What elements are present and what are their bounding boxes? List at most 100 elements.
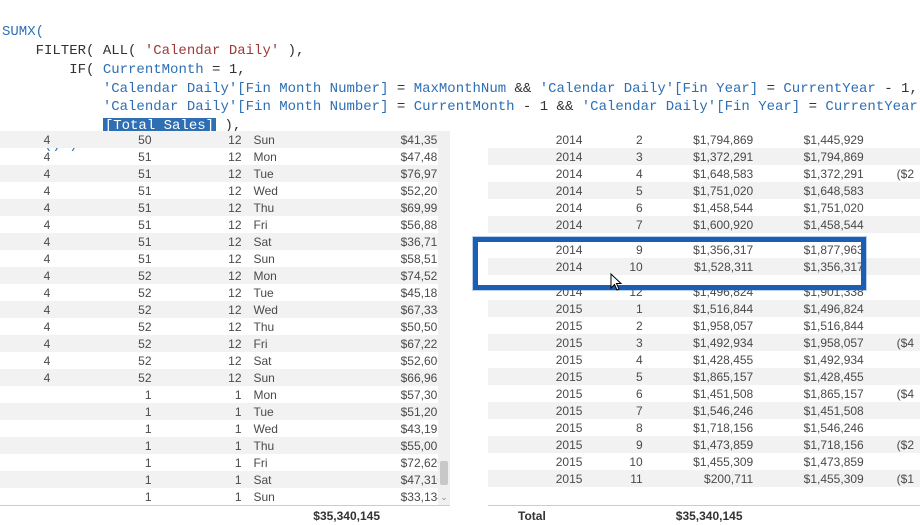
left-scrollbar[interactable] [438,131,450,505]
table-cell [870,199,920,216]
chevron-down-icon[interactable]: ⌄ [438,491,450,503]
table-cell: $1,451,508 [759,402,870,419]
dax-token [2,99,103,115]
right-table-visual[interactable]: 20142$1,794,869$1,445,92920143$1,372,291… [488,131,920,525]
table-cell: $1,600,920 [649,216,760,233]
table-row [488,233,920,241]
table-cell: 2014 [488,216,588,233]
table-row[interactable]: 201410$1,528,311$1,356,317 [488,258,920,275]
table-cell: Sun [248,131,316,148]
table-row[interactable]: 20149$1,356,317$1,877,963 [488,241,920,258]
table-cell: 51 [56,165,157,182]
table-row[interactable]: 45212Fri$67,225 [0,335,450,352]
table-cell: 4 [0,199,56,216]
table-row[interactable]: 45112Wed$52,205 [0,182,450,199]
table-row[interactable]: 20144$1,648,583$1,372,291($2 [488,165,920,182]
left-table-visual[interactable]: 45012Sun$41,35645112Mon$47,48145112Tue$7… [0,131,450,525]
table-row[interactable]: 11Tue$51,207 [0,403,450,420]
table-row[interactable]: 45112Thu$69,998 [0,199,450,216]
right-table[interactable]: 20142$1,794,869$1,445,92920143$1,372,291… [488,131,920,487]
table-row[interactable]: 11Wed$43,198 [0,420,450,437]
table-row[interactable]: 45112Sun$58,515 [0,250,450,267]
dax-token: && [548,99,582,115]
table-cell: $52,600 [315,352,450,369]
table-row[interactable]: 20153$1,492,934$1,958,057($4 [488,334,920,351]
table-cell: $1,451,508 [649,385,760,402]
table-cell: $1,751,020 [649,182,760,199]
table-row[interactable]: 11Fri$72,620 [0,454,450,471]
table-cell: $74,522 [315,267,450,284]
table-cell: 4 [0,335,56,352]
table-cell: 52 [56,335,157,352]
table-cell: $1,528,311 [649,258,760,275]
table-row[interactable]: 45112Sat$36,713 [0,233,450,250]
table-cell: 5 [588,368,648,385]
table-cell: 3 [588,148,648,165]
table-cell: Wed [248,182,316,199]
left-table[interactable]: 45012Sun$41,35645112Mon$47,48145112Tue$7… [0,131,450,505]
table-cell: 10 [588,453,648,470]
table-row[interactable]: 201510$1,455,309$1,473,859 [488,453,920,470]
table-row[interactable]: 45212Sat$52,600 [0,352,450,369]
table-row[interactable]: 11Mon$57,306 [0,386,450,403]
table-row[interactable]: 20152$1,958,057$1,516,844 [488,317,920,334]
table-row[interactable]: 45212Wed$67,334 [0,301,450,318]
table-cell: $52,205 [315,182,450,199]
table-row[interactable]: 201511$200,711$1,455,309($1 [488,470,920,487]
table-cell: $67,225 [315,335,450,352]
table-row[interactable]: 11Thu$55,005 [0,437,450,454]
table-row[interactable]: 20143$1,372,291$1,794,869 [488,148,920,165]
dax-token: 'Calendar Daily' [145,43,279,59]
table-cell: $1,492,934 [649,334,760,351]
table-row[interactable]: 45112Tue$76,971 [0,165,450,182]
table-row[interactable]: 45112Mon$47,481 [0,148,450,165]
table-row[interactable]: 45212Thu$50,508 [0,318,450,335]
table-row[interactable]: 20146$1,458,544$1,751,020 [488,199,920,216]
table-cell: 2015 [488,334,588,351]
table-cell: $1,473,859 [759,453,870,470]
table-cell [870,402,920,419]
table-row[interactable]: 11Sat$47,310 [0,471,450,488]
table-row[interactable]: 45212Sun$66,966 [0,369,450,386]
table-cell: 52 [56,352,157,369]
table-row[interactable]: 45212Mon$74,522 [0,267,450,284]
table-row[interactable]: 45212Tue$45,187 [0,284,450,301]
table-cell: 12 [158,301,248,318]
table-cell: 2015 [488,419,588,436]
table-cell: $76,971 [315,165,450,182]
table-cell: 12 [158,131,248,148]
scroll-thumb[interactable] [440,461,448,485]
table-row[interactable]: 20156$1,451,508$1,865,157($4 [488,385,920,402]
dax-token: CurrentYear [783,81,875,97]
table-cell: $1,648,583 [759,182,870,199]
table-cell: 10 [588,258,648,275]
table-row[interactable]: 201412$1,496,824$1,901,338 [488,283,920,300]
table-row[interactable]: 45012Sun$41,356 [0,131,450,148]
table-cell: 4 [0,284,56,301]
table-row[interactable]: 20145$1,751,020$1,648,583 [488,182,920,199]
table-cell: $66,966 [315,369,450,386]
dax-token: FILTER( ALL( [2,43,145,59]
table-cell: 2015 [488,402,588,419]
table-row[interactable]: 20142$1,794,869$1,445,929 [488,131,920,148]
table-cell: 2014 [488,182,588,199]
table-cell: ($2 [870,436,920,453]
table-cell: 12 [158,182,248,199]
table-row[interactable]: 11Sun$33,134 [0,488,450,505]
table-row[interactable]: 20147$1,600,920$1,458,544 [488,216,920,233]
table-row[interactable]: 20159$1,473,859$1,718,156($2 [488,436,920,453]
table-cell: 7 [588,402,648,419]
table-row[interactable]: 45112Fri$56,889 [0,216,450,233]
table-row[interactable]: 20157$1,546,246$1,451,508 [488,402,920,419]
table-row[interactable]: 20155$1,865,157$1,428,455 [488,368,920,385]
table-cell [0,386,56,403]
table-row[interactable]: 20154$1,428,455$1,492,934 [488,351,920,368]
table-cell: $1,455,309 [759,470,870,487]
table-row[interactable]: 20151$1,516,844$1,496,824 [488,300,920,317]
table-cell: $1,473,859 [649,436,760,453]
table-row[interactable]: 20158$1,718,156$1,546,246 [488,419,920,436]
table-cell: Tue [248,403,316,420]
table-cell: Sat [248,352,316,369]
table-cell [870,148,920,165]
table-cell: 51 [56,233,157,250]
